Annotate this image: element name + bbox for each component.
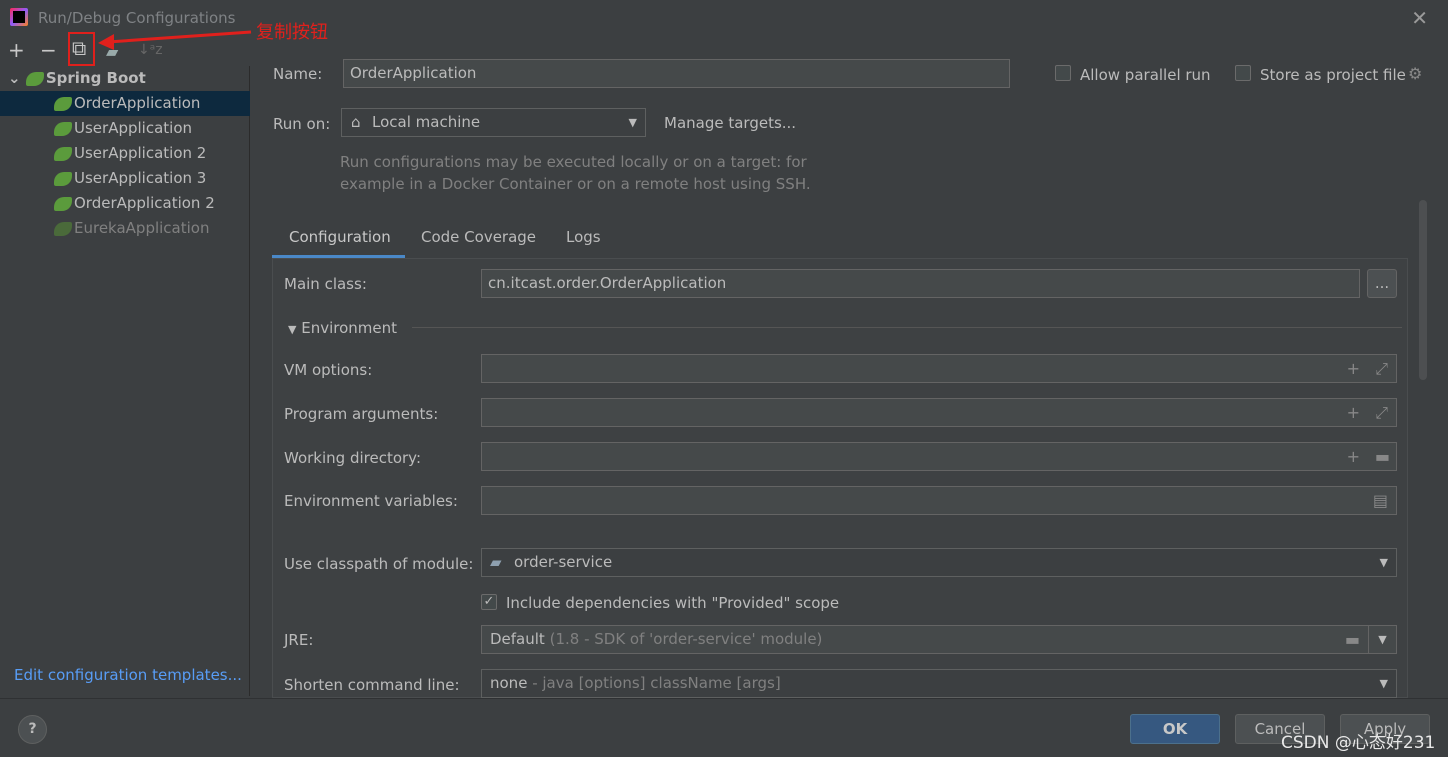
allow-parallel-label: Allow parallel run (1080, 66, 1211, 84)
tree-item[interactable]: UserApplication 3 (0, 166, 250, 191)
tree-item[interactable]: OrderApplication 2 (0, 191, 250, 216)
expand-icon[interactable]: ⤢ (1375, 355, 1388, 382)
plus-icon[interactable]: + (1347, 355, 1360, 382)
folder-icon[interactable]: ▬ (1375, 443, 1390, 470)
include-deps-label: Include dependencies with "Provided" sco… (506, 594, 840, 612)
expand-icon[interactable]: ⤢ (1375, 399, 1388, 426)
hint-text: example in a Docker Container or on a re… (340, 175, 811, 193)
main-class-label: Main class: (284, 275, 367, 293)
working-directory-input[interactable]: + ▬ (481, 442, 1397, 471)
program-arguments-input[interactable]: + ⤢ (481, 398, 1397, 427)
hint-text: Run configurations may be executed local… (340, 153, 807, 171)
footer (0, 698, 1448, 757)
main-class-input[interactable]: cn.itcast.order.OrderApplication (481, 269, 1360, 298)
config-tree: ⌄ Spring Boot OrderApplication UserAppli… (0, 66, 250, 696)
tree-item[interactable]: UserApplication 2 (0, 141, 250, 166)
triangle-down-icon: ▼ (288, 323, 297, 336)
store-project-checkbox[interactable] (1235, 65, 1251, 81)
shorten-select[interactable]: none - java [options] className [args] ▼ (481, 669, 1397, 698)
run-on-label: Run on: (273, 115, 331, 133)
annotation-box (68, 32, 95, 66)
module-label: Use classpath of module: (284, 555, 474, 573)
spring-boot-icon (54, 121, 72, 136)
name-label: Name: (273, 65, 323, 83)
folder-icon[interactable]: ▬ (1345, 626, 1360, 653)
vm-options-input[interactable]: + ⤢ (481, 354, 1397, 383)
environment-section[interactable]: ▼ Environment (288, 319, 397, 337)
annotation-arrow (98, 30, 252, 50)
browse-button[interactable]: ... (1367, 269, 1397, 298)
remove-icon[interactable]: − (40, 38, 57, 62)
ok-button[interactable]: OK (1130, 714, 1220, 744)
gear-icon[interactable]: ⚙ (1408, 64, 1422, 83)
module-icon: ▰ (490, 553, 502, 571)
tree-item[interactable]: OrderApplication (0, 91, 250, 116)
tab-configuration[interactable]: Configuration (289, 228, 391, 246)
annotation-text: 复制按钮 (256, 22, 328, 43)
tab-logs[interactable]: Logs (566, 228, 601, 246)
tree-group-spring-boot[interactable]: ⌄ Spring Boot (0, 66, 250, 91)
name-input[interactable]: OrderApplication (343, 59, 1010, 88)
help-button[interactable]: ? (18, 715, 47, 744)
add-icon[interactable]: + (8, 38, 25, 62)
app-logo (10, 8, 28, 26)
jre-dropdown-arrow-icon[interactable]: ▼ (1368, 625, 1397, 654)
environment-variables-label: Environment variables: (284, 492, 458, 510)
scrollbar[interactable] (1419, 200, 1427, 380)
include-deps-checkbox[interactable]: ✓ (481, 594, 497, 610)
plus-icon[interactable]: + (1347, 443, 1360, 470)
jre-label: JRE: (284, 631, 314, 649)
jre-select[interactable]: Default (1.8 - SDK of 'order-service' mo… (481, 625, 1369, 654)
store-project-label: Store as project file (1260, 66, 1406, 84)
close-icon[interactable]: ✕ (1411, 6, 1428, 30)
dropdown-arrow-icon: ▼ (1379, 677, 1388, 690)
dropdown-arrow-icon: ▼ (1379, 556, 1388, 569)
run-on-select[interactable]: ⌂ Local machine ▼ (341, 108, 646, 137)
tree-item[interactable]: UserApplication (0, 116, 250, 141)
shorten-label: Shorten command line: (284, 676, 460, 694)
environment-variables-input[interactable]: ▤ (481, 486, 1397, 515)
spring-boot-icon (54, 221, 72, 236)
home-icon: ⌂ (351, 113, 361, 131)
vm-options-label: VM options: (284, 361, 373, 379)
dropdown-arrow-icon: ▼ (628, 116, 637, 129)
chevron-down-icon[interactable]: ⌄ (8, 69, 21, 87)
manage-targets-link[interactable]: Manage targets... (664, 114, 796, 132)
tree-item[interactable]: EurekaApplication (0, 216, 250, 241)
watermark: CSDN @心态好231 (1281, 733, 1436, 753)
spring-boot-icon (54, 146, 72, 161)
divider (412, 327, 1402, 328)
edit-templates-link[interactable]: Edit configuration templates... (14, 666, 242, 684)
program-arguments-label: Program arguments: (284, 405, 439, 423)
tab-code-coverage[interactable]: Code Coverage (421, 228, 536, 246)
spring-boot-icon (54, 96, 72, 111)
window-title: Run/Debug Configurations (38, 9, 236, 27)
module-select[interactable]: ▰ order-service ▼ (481, 548, 1397, 577)
plus-icon[interactable]: + (1347, 399, 1360, 426)
spring-boot-icon (25, 71, 44, 86)
document-icon[interactable]: ▤ (1373, 487, 1388, 514)
spring-boot-icon (54, 171, 72, 186)
allow-parallel-checkbox[interactable] (1055, 65, 1071, 81)
spring-boot-icon (54, 196, 72, 211)
working-directory-label: Working directory: (284, 449, 422, 467)
